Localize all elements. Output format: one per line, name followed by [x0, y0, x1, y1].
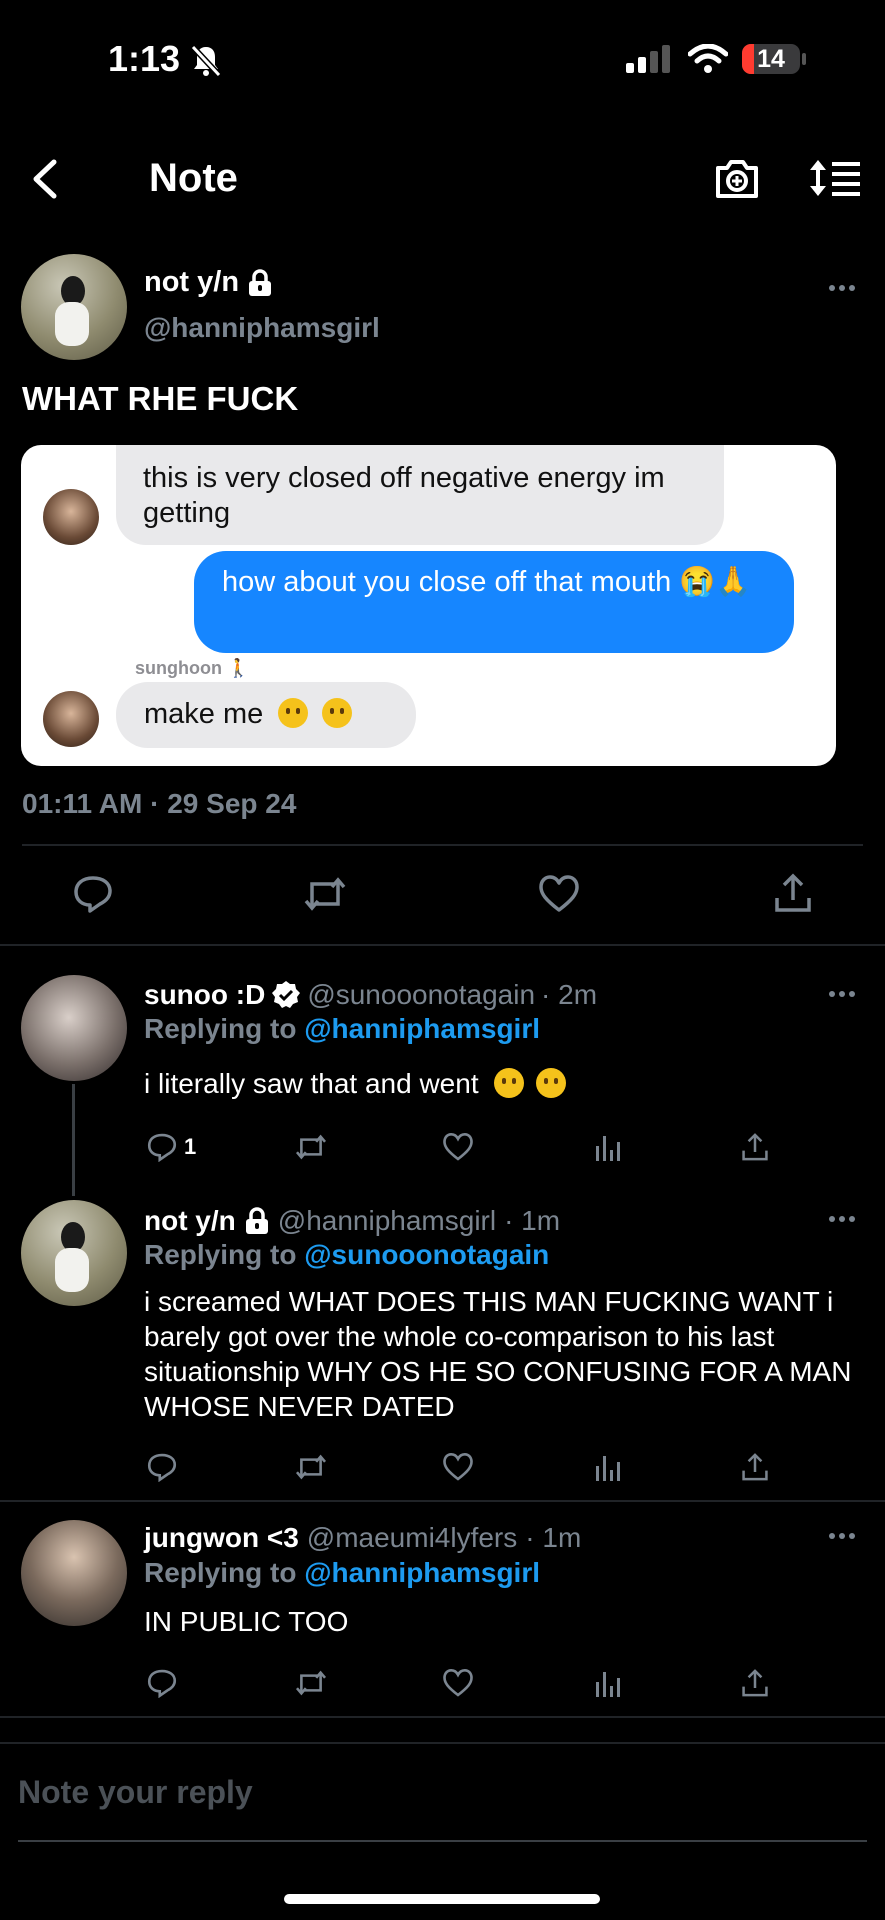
- more-options-icon[interactable]: [828, 990, 856, 998]
- reply-header: sunoo :D @sunooonotagain · 2m: [144, 979, 597, 1011]
- share-icon[interactable]: [773, 872, 813, 914]
- chat-avatar: [43, 489, 99, 545]
- divider: [22, 844, 863, 846]
- note-text: WHAT RHE FUCK: [22, 380, 299, 417]
- share-icon[interactable]: [740, 1132, 770, 1162]
- replying-to-label: Replying to: [144, 1557, 297, 1588]
- sort-list-icon[interactable]: [808, 158, 862, 198]
- divider: [0, 944, 885, 946]
- reply-input[interactable]: Note your reply: [18, 1774, 253, 1811]
- chat-text-3: make me: [144, 698, 264, 730]
- reply-header: not y/n @hanniphamsgirl · 1m: [144, 1205, 560, 1237]
- camera-plus-icon[interactable]: [714, 156, 760, 200]
- share-icon[interactable]: [740, 1668, 770, 1698]
- reply-text: i literally saw that and went: [144, 1068, 479, 1099]
- bell-slash-icon: [190, 44, 222, 78]
- reply-icon[interactable]: [146, 1668, 178, 1698]
- confused-emoji: [322, 698, 352, 728]
- reply-icon: [147, 1133, 177, 1162]
- worried-emoji: [536, 1068, 567, 1098]
- divider: [0, 1500, 885, 1502]
- chat-avatar-2: [43, 691, 99, 747]
- replying-to-label: Replying to: [144, 1013, 297, 1044]
- renote-icon[interactable]: [294, 1132, 328, 1162]
- chat-bubble-1: this is very closed off negative energy …: [116, 445, 724, 545]
- author-handle[interactable]: @hanniphamsgirl: [144, 312, 380, 344]
- heart-icon[interactable]: [538, 874, 580, 914]
- reply-avatar[interactable]: [21, 975, 127, 1081]
- note-timestamp: 01:11 AM · 29 Sep 24: [22, 788, 297, 819]
- reply-time: · 2m: [541, 979, 598, 1010]
- worried-emoji: [494, 1068, 525, 1098]
- chat-bubble-3: make me: [116, 682, 416, 748]
- reply-icon[interactable]: [146, 1452, 178, 1482]
- renote-icon[interactable]: [302, 874, 348, 914]
- heart-icon[interactable]: [442, 1668, 474, 1698]
- heart-icon[interactable]: [442, 1452, 474, 1482]
- divider: [18, 1840, 867, 1842]
- reply-display-name[interactable]: jungwon <3: [144, 1522, 299, 1554]
- page-title: Note: [149, 156, 238, 200]
- replying-to-line: Replying to @sunooonotagain: [144, 1239, 549, 1271]
- reply-text-row: i literally saw that and went: [144, 1068, 567, 1100]
- author-display-name[interactable]: not y/n: [144, 266, 239, 299]
- home-indicator[interactable]: [284, 1894, 600, 1904]
- reply-handle[interactable]: @sunooonotagain: [307, 979, 535, 1011]
- verified-badge-icon: [272, 981, 301, 1008]
- replying-to-line: Replying to @hanniphamsgirl: [144, 1557, 540, 1589]
- views-icon[interactable]: [594, 1670, 622, 1698]
- divider: [0, 1742, 885, 1744]
- more-options-icon[interactable]: [828, 1215, 856, 1223]
- author-name-row: not y/n: [144, 266, 273, 299]
- battery-cap: [802, 53, 806, 65]
- renote-icon[interactable]: [294, 1452, 328, 1482]
- reply-action[interactable]: 1: [146, 1132, 196, 1162]
- chat-bubble-2: how about you close off that mouth 😭🙏: [194, 551, 794, 653]
- replying-to-line: Replying to @hanniphamsgirl: [144, 1013, 540, 1045]
- signal-icon: [626, 45, 670, 73]
- wifi-icon: [688, 44, 728, 73]
- reply-avatar[interactable]: [21, 1520, 127, 1626]
- confused-emoji: [278, 698, 308, 728]
- reply-display-name[interactable]: not y/n: [144, 1205, 236, 1237]
- views-icon[interactable]: [594, 1134, 622, 1162]
- heart-icon[interactable]: [442, 1132, 474, 1162]
- replying-to-link[interactable]: @hanniphamsgirl: [304, 1013, 540, 1044]
- reply-handle[interactable]: @maeumi4lyfers: [307, 1522, 517, 1554]
- chat-text-2: how about you close off that mouth 😭🙏: [222, 566, 752, 598]
- more-options-icon[interactable]: [828, 284, 856, 292]
- renote-icon[interactable]: [294, 1668, 328, 1698]
- chat-text-1: this is very closed off negative energy …: [143, 462, 665, 529]
- reply-count: 1: [184, 1134, 197, 1159]
- back-chevron-icon[interactable]: [30, 158, 60, 200]
- more-options-icon[interactable]: [828, 1532, 856, 1540]
- reply-icon[interactable]: [72, 874, 114, 914]
- reply-text: i screamed WHAT DOES THIS MAN FUCKING WA…: [144, 1286, 852, 1422]
- views-icon[interactable]: [594, 1454, 622, 1482]
- battery-indicator: 14: [742, 44, 800, 74]
- lock-icon: [249, 268, 272, 296]
- status-time: 1:13: [108, 38, 181, 79]
- battery-level: 14: [757, 45, 785, 73]
- lock-icon: [245, 1207, 268, 1234]
- attached-image[interactable]: this is very closed off negative energy …: [21, 445, 836, 766]
- replying-to-link[interactable]: @sunooonotagain: [304, 1239, 549, 1270]
- divider: [0, 1716, 885, 1718]
- chat-sender-name: sunghoon 🚶: [135, 658, 250, 678]
- reply-time: · 1m: [525, 1522, 582, 1553]
- replying-to-label: Replying to: [144, 1239, 297, 1270]
- reply-header: jungwon <3 @maeumi4lyfers · 1m: [144, 1522, 581, 1554]
- reply-avatar[interactable]: [21, 1200, 127, 1306]
- reply-time: · 1m: [504, 1205, 561, 1236]
- replying-to-link[interactable]: @hanniphamsgirl: [304, 1557, 540, 1588]
- share-icon[interactable]: [740, 1452, 770, 1482]
- reply-text: IN PUBLIC TOO: [144, 1606, 349, 1637]
- reply-handle[interactable]: @hanniphamsgirl: [278, 1205, 496, 1237]
- thread-line: [72, 1084, 75, 1196]
- reply-display-name[interactable]: sunoo :D: [144, 979, 265, 1011]
- author-avatar[interactable]: [21, 254, 127, 360]
